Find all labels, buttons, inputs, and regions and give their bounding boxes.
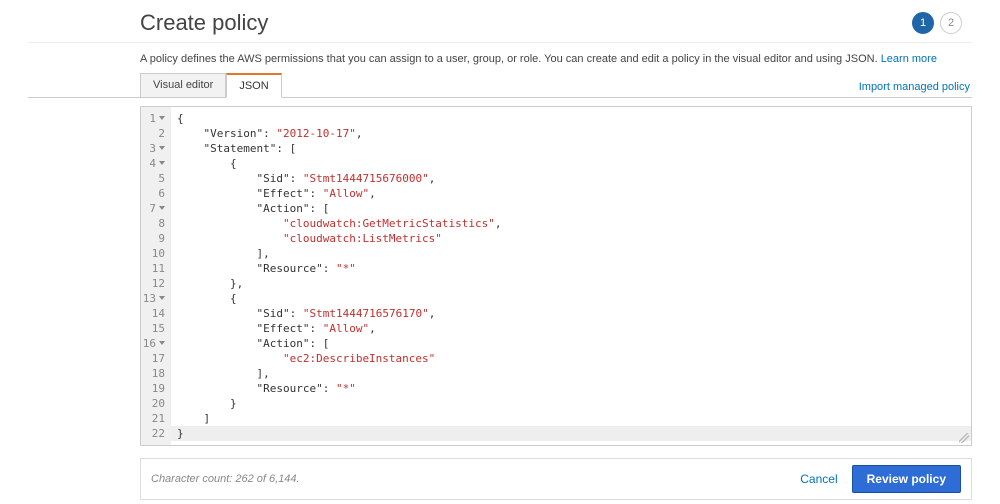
- cancel-button[interactable]: Cancel: [800, 472, 837, 486]
- description-text: A policy defines the AWS permissions tha…: [28, 43, 972, 69]
- tab-visual-editor[interactable]: Visual editor: [140, 73, 226, 97]
- step-1[interactable]: 1: [912, 12, 934, 34]
- page-title: Create policy: [28, 10, 268, 36]
- wizard-stepper: 1 2: [912, 12, 972, 34]
- import-managed-policy-link[interactable]: Import managed policy: [859, 81, 972, 97]
- editor-gutter: 12345678910111213141516171819202122: [141, 107, 171, 445]
- tab-json[interactable]: JSON: [226, 73, 281, 98]
- description-body: A policy defines the AWS permissions tha…: [140, 53, 881, 65]
- resize-handle-icon[interactable]: [959, 433, 969, 443]
- character-count: Character count: 262 of 6,144.: [151, 473, 300, 485]
- step-2[interactable]: 2: [940, 12, 962, 34]
- footer-bar: Character count: 262 of 6,144. Cancel Re…: [140, 458, 972, 500]
- learn-more-link[interactable]: Learn more: [881, 53, 937, 65]
- json-editor[interactable]: 12345678910111213141516171819202122 { "V…: [140, 106, 972, 446]
- editor-tabs: Visual editor JSON: [140, 73, 282, 97]
- editor-code[interactable]: { "Version": "2012-10-17", "Statement": …: [171, 107, 971, 445]
- review-policy-button[interactable]: Review policy: [852, 465, 961, 493]
